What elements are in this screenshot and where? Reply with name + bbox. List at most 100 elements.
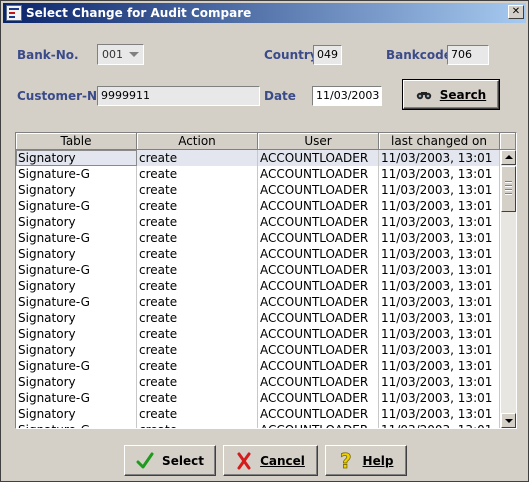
- table-row[interactable]: Signatory create ACCOUNTLOADER 11/03/2003, …: [16, 246, 500, 262]
- search-button[interactable]: Search: [402, 79, 500, 110]
- cell-table: Signatory: [16, 214, 137, 230]
- question-mark-icon: ?: [339, 451, 355, 471]
- column-header-table[interactable]: Table: [16, 133, 137, 150]
- table-row[interactable]: Signatory create ACCOUNTLOADER 11/03/2003, …: [16, 406, 500, 422]
- cell-user: ACCOUNTLOADER: [258, 326, 379, 342]
- country-label: Country: [264, 48, 318, 62]
- table-row[interactable]: Signature-GcreateACCOUNTLOADER11/03/2003…: [16, 422, 500, 428]
- cell-last-changed: 11/03/2003, 13:01: [379, 166, 500, 182]
- cell-table: Signatory: [16, 182, 137, 198]
- audit-table[interactable]: Table Action User last changed on Signat…: [15, 132, 517, 429]
- cell-action: create: [137, 246, 258, 262]
- table-row[interactable]: Signatory create ACCOUNTLOADER 11/03/2003, …: [16, 150, 500, 166]
- table-row[interactable]: Signatory create ACCOUNTLOADER 11/03/2003, …: [16, 342, 500, 358]
- table-row[interactable]: Signatory create ACCOUNTLOADER 11/03/2003, …: [16, 214, 500, 230]
- cell-last-changed: 11/03/2003, 13:01: [379, 358, 500, 374]
- cell-action: create: [137, 166, 258, 182]
- cell-action: create: [137, 310, 258, 326]
- title-bar[interactable]: Select Change for Audit Compare ✕: [3, 3, 526, 23]
- scrollbar-thumb[interactable]: [501, 166, 516, 212]
- cell-last-changed: 11/03/2003, 13:01: [379, 390, 500, 406]
- cancel-button[interactable]: Cancel: [223, 445, 318, 476]
- cell-last-changed: 11/03/2003, 13:01: [379, 246, 500, 262]
- cell-last-changed: 11/03/2003, 13:01: [379, 150, 500, 166]
- checkmark-icon: [136, 452, 154, 470]
- bank-no-combo[interactable]: 001: [97, 44, 144, 65]
- cell-user: ACCOUNTLOADER: [258, 278, 379, 294]
- table-row[interactable]: Signature-GcreateACCOUNTLOADER11/03/2003…: [16, 390, 500, 406]
- cell-action: create: [137, 198, 258, 214]
- bankcode-label: Bankcode: [386, 48, 452, 62]
- search-button-label: Search: [439, 87, 487, 102]
- x-mark-icon: [236, 452, 252, 470]
- cell-table: Signature-G: [16, 358, 137, 374]
- table-row[interactable]: Signatory create ACCOUNTLOADER 11/03/2003, …: [16, 374, 500, 390]
- cell-last-changed: 11/03/2003, 13:01: [379, 214, 500, 230]
- customer-no-field[interactable]: 9999911: [97, 86, 260, 106]
- arrow-up-icon: [505, 155, 513, 159]
- cell-action: create: [137, 326, 258, 342]
- table-row[interactable]: Signature-GcreateACCOUNTLOADER11/03/2003…: [16, 294, 500, 310]
- date-label: Date: [264, 89, 296, 103]
- window-title: Select Change for Audit Compare: [26, 6, 252, 20]
- cell-table: Signatory: [16, 310, 137, 326]
- cell-last-changed: 11/03/2003, 13:01: [379, 342, 500, 358]
- cell-user: ACCOUNTLOADER: [258, 310, 379, 326]
- column-header-user[interactable]: User: [258, 133, 379, 150]
- arrow-down-icon: [505, 419, 513, 423]
- cell-action: create: [137, 230, 258, 246]
- cell-action: create: [137, 406, 258, 422]
- cell-user: ACCOUNTLOADER: [258, 230, 379, 246]
- table-row[interactable]: Signature-GcreateACCOUNTLOADER11/03/2003…: [16, 262, 500, 278]
- cell-user: ACCOUNTLOADER: [258, 166, 379, 182]
- cell-table: Signatory: [16, 406, 137, 422]
- table-row[interactable]: Signatory create ACCOUNTLOADER 11/03/2003, …: [16, 182, 500, 198]
- close-button[interactable]: ✕: [508, 5, 524, 19]
- table-row[interactable]: Signature-GcreateACCOUNTLOADER11/03/2003…: [16, 198, 500, 214]
- chevron-down-icon: [129, 52, 139, 57]
- cell-action: create: [137, 358, 258, 374]
- country-field[interactable]: 049: [313, 45, 342, 65]
- table-row[interactable]: Signatory create ACCOUNTLOADER 11/03/2003, …: [16, 326, 500, 342]
- cell-user: ACCOUNTLOADER: [258, 390, 379, 406]
- cell-last-changed: 11/03/2003, 13:01: [379, 198, 500, 214]
- scroll-down-button[interactable]: [501, 413, 516, 428]
- cell-action: create: [137, 390, 258, 406]
- cell-last-changed: 11/03/2003, 13:01: [379, 230, 500, 246]
- cell-action: create: [137, 374, 258, 390]
- table-row[interactable]: Signature-GcreateACCOUNTLOADER11/03/2003…: [16, 166, 500, 182]
- date-field[interactable]: 11/03/2003: [312, 86, 382, 106]
- vertical-scrollbar[interactable]: [501, 150, 516, 428]
- cell-user: ACCOUNTLOADER: [258, 198, 379, 214]
- header-corner: [500, 133, 516, 150]
- column-header-action[interactable]: Action: [137, 133, 258, 150]
- cell-last-changed: 11/03/2003, 13:01: [379, 374, 500, 390]
- help-button[interactable]: ? Help: [325, 445, 407, 476]
- grip-icon: [505, 181, 512, 195]
- table-header: Table Action User last changed on: [16, 133, 516, 150]
- table-row[interactable]: Signatory create ACCOUNTLOADER 11/03/2003, …: [16, 310, 500, 326]
- cell-action: create: [137, 278, 258, 294]
- table-row[interactable]: Signature-GcreateACCOUNTLOADER11/03/2003…: [16, 358, 500, 374]
- dialog-window: Select Change for Audit Compare ✕ Bank-N…: [0, 0, 529, 482]
- cell-last-changed: 11/03/2003, 13:01: [379, 310, 500, 326]
- cell-user: ACCOUNTLOADER: [258, 182, 379, 198]
- cell-action: create: [137, 342, 258, 358]
- column-header-last-changed[interactable]: last changed on: [379, 133, 500, 150]
- cell-user: ACCOUNTLOADER: [258, 422, 379, 428]
- cell-action: create: [137, 422, 258, 428]
- cell-last-changed: 11/03/2003, 13:01: [379, 278, 500, 294]
- table-row[interactable]: Signature-GcreateACCOUNTLOADER11/03/2003…: [16, 230, 500, 246]
- cell-last-changed: 11/03/2003, 13:01: [379, 326, 500, 342]
- cell-table: Signatory: [16, 278, 137, 294]
- binoculars-icon: [416, 90, 432, 100]
- cell-table: Signature-G: [16, 198, 137, 214]
- cell-table: Signature-G: [16, 262, 137, 278]
- cell-last-changed: 11/03/2003, 13:01: [379, 422, 500, 428]
- select-button[interactable]: Select: [124, 445, 216, 476]
- bankcode-field[interactable]: 706: [447, 45, 489, 65]
- scroll-up-button[interactable]: [501, 150, 516, 165]
- cell-action: create: [137, 262, 258, 278]
- table-row[interactable]: Signatory create ACCOUNTLOADER 11/03/2003, …: [16, 278, 500, 294]
- cell-table: Signatory: [16, 326, 137, 342]
